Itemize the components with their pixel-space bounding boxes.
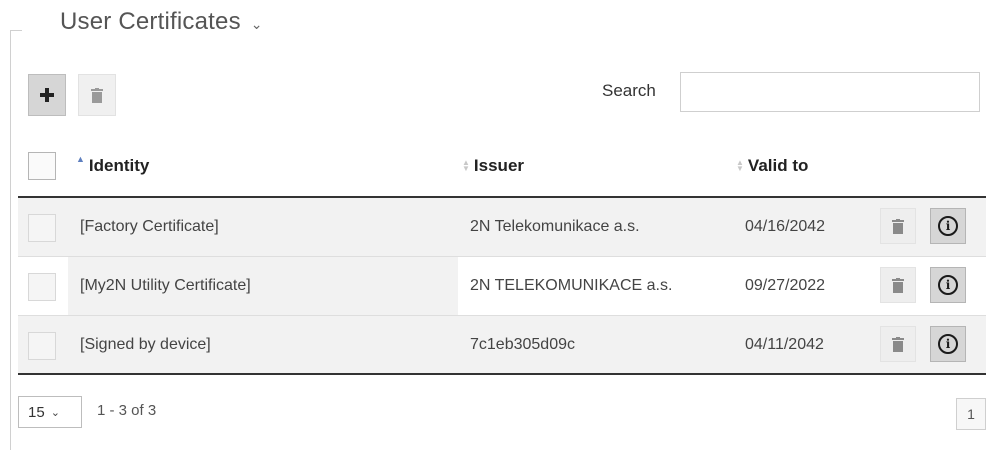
section-header[interactable]: User Certificates ⌄ (60, 8, 263, 36)
trash-icon (892, 336, 904, 352)
trash-icon (892, 218, 904, 234)
table-row[interactable]: [My2N Utility Certificate] 2N TELEKOMUNI… (18, 257, 986, 316)
cell-issuer: 2N TELEKOMUNIKACE a.s. (470, 277, 673, 294)
cell-valid-to: 04/11/2042 (745, 336, 824, 353)
section-title: User Certificates (60, 8, 241, 35)
cell-valid-to: 04/16/2042 (745, 218, 826, 235)
row-delete-button[interactable] (880, 267, 916, 303)
chevron-down-icon: ⌄ (250, 15, 263, 32)
sort-icon: ▲ ▼ (462, 158, 470, 173)
cell-issuer: 7c1eb305d09c (470, 336, 575, 353)
add-certificate-button[interactable] (28, 74, 66, 116)
pagination-range: 1 - 3 of 3 (97, 402, 157, 419)
sort-ascending-icon: ▲ (76, 154, 85, 164)
sort-icon: ▲ ▼ (736, 158, 744, 173)
cell-identity: [Signed by device] (80, 336, 211, 354)
page-button-1[interactable]: 1 (956, 398, 986, 430)
info-icon: i (938, 275, 958, 295)
select-all-checkbox[interactable] (28, 152, 56, 180)
row-delete-button[interactable] (880, 326, 916, 362)
column-header-valid-to[interactable]: ▲ ▼ Valid to (736, 156, 808, 176)
certificates-table: ▲ Identity ▲ ▼ Issuer ▲ ▼ Valid to [Factor… (18, 140, 986, 375)
row-info-button[interactable]: i (930, 267, 966, 303)
trash-icon (91, 87, 103, 103)
table-row[interactable]: [Signed by device] 7c1eb305d09c 04/11/20… (18, 316, 986, 375)
row-info-button[interactable]: i (930, 326, 966, 362)
row-info-button[interactable]: i (930, 208, 966, 244)
cell-valid-to: 09/27/2022 (745, 277, 826, 294)
page-size-select[interactable]: 15 ⌄ (18, 396, 82, 428)
table-header: ▲ Identity ▲ ▼ Issuer ▲ ▼ Valid to (18, 140, 986, 198)
search-input[interactable] (680, 72, 980, 112)
column-header-issuer[interactable]: ▲ ▼ Issuer (462, 156, 524, 176)
row-checkbox[interactable] (28, 273, 56, 301)
table-footer: 15 ⌄ 1 - 3 of 3 1 (18, 394, 986, 434)
row-delete-button[interactable] (880, 208, 916, 244)
row-checkbox[interactable] (28, 214, 56, 242)
table-row[interactable]: [Factory Certificate] 2N Telekomunikace … (18, 198, 986, 257)
cell-issuer: 2N Telekomunikace a.s. (470, 218, 640, 235)
row-checkbox[interactable] (28, 332, 56, 360)
section-frame-left (10, 30, 11, 450)
delete-selected-button[interactable] (78, 74, 116, 116)
column-header-identity[interactable]: ▲ Identity (76, 154, 149, 176)
plus-icon (40, 88, 54, 102)
cell-identity: [My2N Utility Certificate] (80, 277, 251, 294)
search-label: Search (602, 81, 656, 100)
section-frame-top (10, 30, 22, 31)
cell-identity: [Factory Certificate] (80, 218, 219, 236)
info-icon: i (938, 216, 958, 236)
chevron-down-icon: ⌄ (50, 406, 60, 419)
info-icon: i (938, 334, 958, 354)
trash-icon (892, 277, 904, 293)
